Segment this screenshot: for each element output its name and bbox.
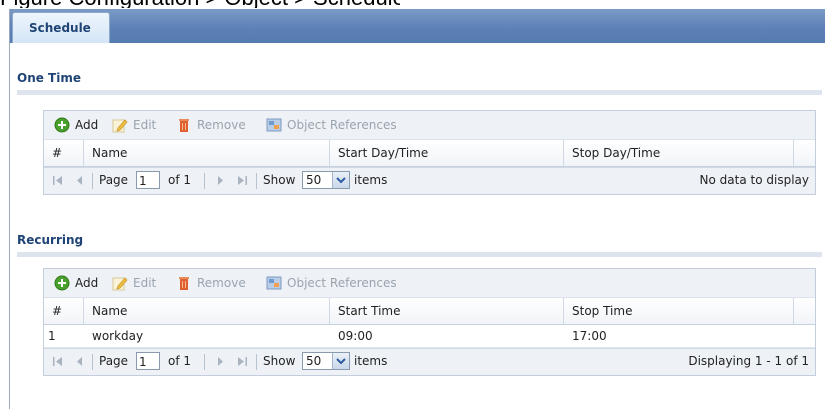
items-label: items: [354, 173, 388, 187]
page-count-label: of 1: [168, 173, 192, 187]
recurring-pager: Page of 1 Show 50 items Displaying 1 - 1…: [44, 348, 815, 375]
page-label: Page: [99, 354, 129, 368]
show-label: Show: [263, 173, 296, 187]
pager-status: No data to display: [699, 173, 809, 187]
one-time-panel: Add Edit Remove Object References # Name…: [43, 110, 816, 195]
object-references-icon: [266, 276, 282, 290]
pager-separator: [92, 354, 93, 370]
trash-icon: [179, 119, 189, 132]
pager-separator: [204, 173, 205, 189]
section-divider: [17, 90, 822, 95]
tab-bar: Schedule: [10, 9, 825, 43]
pager-separator: [256, 173, 257, 189]
one-time-pager: Page of 1 Show 50 items No data to displ…: [44, 167, 815, 194]
object-references-icon: [266, 118, 282, 132]
recurring-table-header: # Name Start Time Stop Time: [44, 298, 815, 325]
column-header-start-time[interactable]: Start Time: [330, 298, 564, 324]
chevron-down-icon: [332, 353, 349, 369]
row-name: workday: [92, 329, 144, 343]
edit-pencil-icon: [112, 277, 128, 291]
chevron-down-icon: [332, 172, 349, 188]
items-per-page-select[interactable]: 50: [302, 352, 350, 370]
column-header-start-day-time[interactable]: Start Day/Time: [330, 140, 564, 166]
one-time-table-header: # Name Start Day/Time Stop Day/Time: [44, 140, 815, 167]
one-time-toolbar: Add Edit Remove Object References: [44, 111, 815, 140]
tab-schedule[interactable]: Schedule: [12, 12, 110, 43]
prev-page-icon[interactable]: [74, 175, 86, 186]
tab-schedule-label: Schedule: [29, 21, 91, 35]
pager-separator: [204, 354, 205, 370]
pager-separator: [92, 173, 93, 189]
column-header-name[interactable]: Name: [84, 298, 330, 324]
items-label: items: [354, 354, 388, 368]
recurring-panel: Add Edit Remove Object References # Name…: [43, 268, 816, 376]
add-circle-icon: [54, 275, 70, 291]
section-title-recurring: Recurring: [17, 233, 84, 247]
page-label: Page: [99, 173, 129, 187]
page-number-input[interactable]: [136, 352, 160, 370]
prev-page-icon[interactable]: [74, 356, 86, 367]
add-circle-icon: [54, 117, 70, 133]
pager-status: Displaying 1 - 1 of 1: [688, 354, 809, 368]
column-header-number[interactable]: #: [44, 140, 84, 166]
last-page-icon[interactable]: [236, 356, 248, 367]
table-row[interactable]: 1 workday 09:00 17:00: [44, 325, 815, 348]
row-stop-time: 17:00: [572, 329, 607, 343]
column-header-stop-time[interactable]: Stop Time: [564, 298, 794, 324]
next-page-icon[interactable]: [214, 175, 226, 186]
edit-pencil-icon: [112, 119, 128, 133]
show-label: Show: [263, 354, 296, 368]
last-page-icon[interactable]: [236, 175, 248, 186]
next-page-icon[interactable]: [214, 356, 226, 367]
page-number-input[interactable]: [136, 171, 160, 189]
schedule-window: Schedule One Time Add Edit Remove Object…: [9, 9, 825, 409]
section-title-one-time: One Time: [17, 71, 82, 85]
row-start-time: 09:00: [338, 329, 373, 343]
column-header-number[interactable]: #: [44, 298, 84, 324]
row-number: 1: [48, 329, 56, 343]
items-per-page-select[interactable]: 50: [302, 171, 350, 189]
recurring-toolbar: Add Edit Remove Object References: [44, 269, 815, 298]
first-page-icon[interactable]: [52, 175, 64, 186]
trash-icon: [179, 277, 189, 290]
first-page-icon[interactable]: [52, 356, 64, 367]
pager-separator: [256, 354, 257, 370]
page-count-label: of 1: [168, 354, 192, 368]
column-header-name[interactable]: Name: [84, 140, 330, 166]
column-header-stop-day-time[interactable]: Stop Day/Time: [564, 140, 794, 166]
figure-caption-fragment: Figure Configuration > Object > Schedule: [0, 0, 400, 8]
section-divider: [17, 252, 822, 257]
